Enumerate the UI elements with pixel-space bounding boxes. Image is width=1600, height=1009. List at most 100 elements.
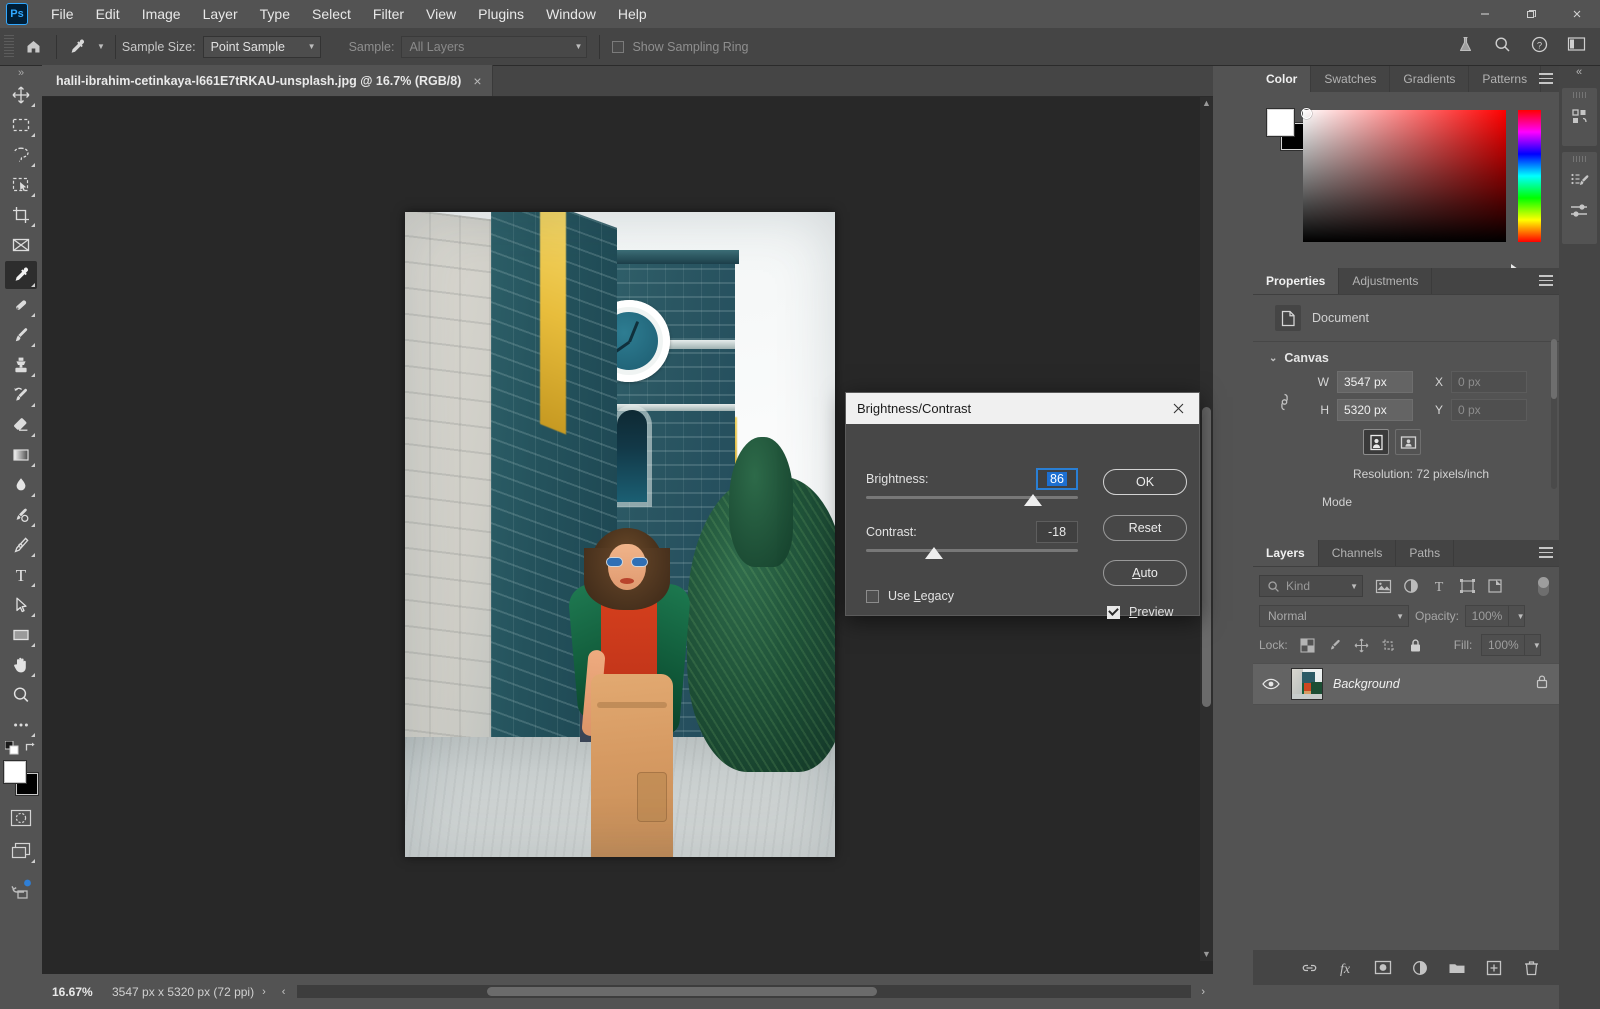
rail-grip-1[interactable] [1572,92,1587,98]
chevron-down-icon-canvas[interactable]: ⌄ [1269,353,1277,364]
opacity-caret-icon[interactable]: ▼ [1509,605,1526,627]
brush-settings-icon[interactable] [1565,166,1595,196]
menu-image[interactable]: Image [131,2,192,26]
auto-button[interactable]: Auto [1103,560,1187,586]
link-layers-icon[interactable] [1299,958,1319,978]
opacity-control[interactable]: 100% ▼ [1465,605,1526,627]
brush-tool[interactable] [5,321,37,349]
zoom-level[interactable]: 16.67% [42,985,112,999]
tab-adjustments[interactable]: Adjustments [1339,268,1433,294]
restore-button[interactable] [1508,0,1554,28]
panel-menu-icon[interactable] [1539,73,1553,85]
chevron-down-icon-kind[interactable]: ▼ [1350,582,1358,591]
fill-control[interactable]: 100% ▼ [1481,634,1542,656]
status-expand-arrow[interactable]: › [254,986,274,998]
layer-thumbnail[interactable] [1291,668,1323,700]
lasso-tool[interactable] [5,141,37,169]
scroll-left-arrow[interactable]: ‹ [274,986,294,998]
canvas-section-header[interactable]: ⌄ Canvas [1253,342,1559,371]
lock-transparency-icon[interactable] [1297,635,1319,655]
new-group-icon[interactable] [1447,958,1467,978]
brightness-contrast-dialog[interactable]: Brightness/Contrast Brightness: 86 Contr… [845,392,1200,619]
tab-layers[interactable]: Layers [1253,540,1319,566]
foreground-color-swatch[interactable] [4,761,26,783]
vertical-scroll-thumb[interactable] [1202,407,1211,707]
show-sampling-ring-checkbox[interactable] [612,40,625,53]
toolbar-grip[interactable]: » [13,68,29,79]
color-spectrum-field[interactable] [1303,110,1506,242]
layer-kind-filter[interactable]: Kind ▼ [1259,575,1363,597]
lock-icon[interactable] [1535,674,1549,694]
crop-tool[interactable] [5,201,37,229]
portrait-orientation-button[interactable] [1363,429,1389,455]
eye-icon[interactable] [1261,678,1281,690]
blend-mode-select[interactable]: Normal ▼ [1259,605,1409,627]
rectangle-tool[interactable] [5,621,37,649]
brightness-input[interactable]: 86 [1036,468,1078,490]
menu-select[interactable]: Select [301,2,362,26]
menu-file[interactable]: File [40,2,85,26]
opacity-value[interactable]: 100% [1465,605,1510,627]
layer-mask-icon[interactable] [1373,958,1393,978]
eyedropper-tool[interactable] [5,261,37,289]
panel-menu-icon-2[interactable] [1539,275,1553,287]
workspace-icon[interactable] [1567,36,1586,57]
document-tab[interactable]: halil-ibrahim-cetinkaya-l661E7tRKAU-unsp… [42,65,493,96]
menu-edit[interactable]: Edit [85,2,131,26]
adjustment-layer-icon[interactable] [1410,958,1430,978]
menu-type[interactable]: Type [249,2,301,26]
spot-healing-tool[interactable] [5,291,37,319]
fill-value[interactable]: 100% [1481,634,1526,656]
contrast-slider-thumb[interactable] [925,547,943,559]
delete-layer-icon[interactable] [1521,958,1541,978]
tab-color[interactable]: Color [1253,66,1312,92]
options-bar-grip[interactable] [4,34,14,59]
flask-icon[interactable] [1456,35,1475,59]
menu-plugins[interactable]: Plugins [467,2,535,26]
panel-menu-icon-3[interactable] [1539,547,1553,559]
show-sampling-ring-row[interactable]: Show Sampling Ring [612,40,755,54]
horizontal-scroll-thumb[interactable] [487,987,878,996]
contrast-input[interactable]: -18 [1036,521,1078,543]
canvas-x-field[interactable]: 0 px [1451,371,1527,393]
hand-tool[interactable] [5,651,37,679]
home-button[interactable] [16,30,50,64]
active-tool-preset[interactable]: ▼ [63,37,109,57]
history-brush-tool[interactable] [5,381,37,409]
canvas-height-field[interactable]: 5320 px [1337,399,1413,421]
lock-artboard-icon[interactable] [1378,635,1400,655]
lock-all-icon[interactable] [1405,635,1427,655]
tab-channels[interactable]: Channels [1318,540,1397,566]
menu-window[interactable]: Window [535,2,607,26]
default-colors-icon[interactable] [4,740,19,760]
ok-button[interactable]: OK [1103,469,1187,495]
use-legacy-row[interactable]: Use Legacy [866,589,954,603]
quick-mask-button[interactable] [5,804,37,832]
swap-colors-icon[interactable] [24,740,38,759]
edit-toolbar-button[interactable] [5,711,37,739]
menu-filter[interactable]: Filter [362,2,415,26]
menu-help[interactable]: Help [607,2,658,26]
search-icon[interactable] [1493,35,1512,59]
zoom-tool[interactable] [5,681,37,709]
brightness-slider-track[interactable] [866,496,1078,499]
close-icon[interactable]: × [473,74,481,88]
link-chain-icon[interactable] [1278,391,1291,417]
type-tool[interactable]: T [5,561,37,589]
canvas-vertical-scrollbar[interactable]: ▲ ▼ [1200,97,1213,961]
canvas-y-field[interactable]: 0 px [1451,399,1527,421]
canvas-width-field[interactable]: 3547 px [1337,371,1413,393]
contrast-slider-track[interactable] [866,549,1078,552]
dodge-tool[interactable] [5,501,37,529]
fill-caret-icon[interactable]: ▼ [1525,634,1542,656]
sample-dropdown[interactable]: All Layers ▼ [401,35,588,58]
tool-preset-caret[interactable]: ▼ [97,42,105,51]
preview-checkbox[interactable] [1107,605,1120,619]
scroll-right-arrow[interactable]: › [1193,986,1213,998]
preview-row[interactable]: Preview [1107,605,1173,619]
blur-tool[interactable] [5,471,37,499]
collapse-panels-icon[interactable]: « [1561,66,1597,84]
adjustments-sliders-icon[interactable] [1565,196,1595,226]
landscape-orientation-button[interactable] [1395,429,1421,455]
object-selection-tool[interactable] [5,171,37,199]
